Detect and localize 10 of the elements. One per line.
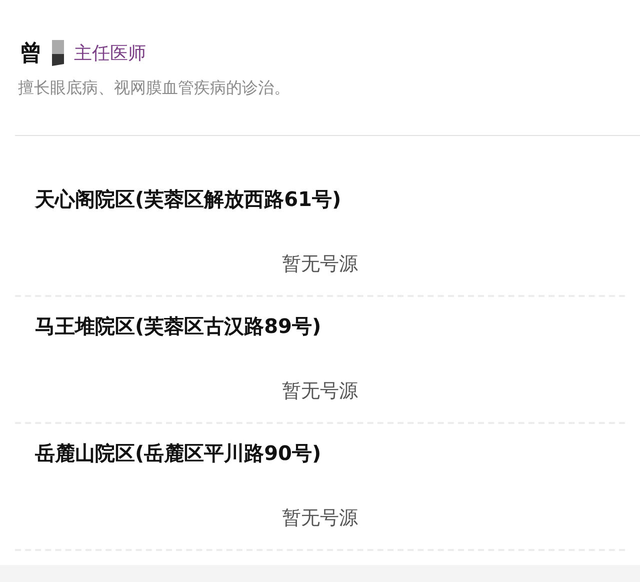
doctor-description: 擅长眼底病、视网膜血管疾病的诊治。 [18, 78, 291, 99]
availability-status: 暂无号源 [281, 506, 359, 531]
redaction-mark [52, 40, 64, 66]
campus-name: 天心阁院区(芙蓉区解放西路61号) [34, 186, 342, 213]
campus-name: 马王堆院区(芙蓉区古汉路89号) [34, 313, 322, 340]
doctor-title: 主任医师 [74, 42, 146, 65]
doctor-name: 曾 [20, 40, 42, 68]
campus-name: 岳麓山院区(岳麓区平川路90号) [34, 440, 322, 467]
availability-status: 暂无号源 [281, 252, 359, 277]
availability-status: 暂无号源 [281, 379, 359, 404]
